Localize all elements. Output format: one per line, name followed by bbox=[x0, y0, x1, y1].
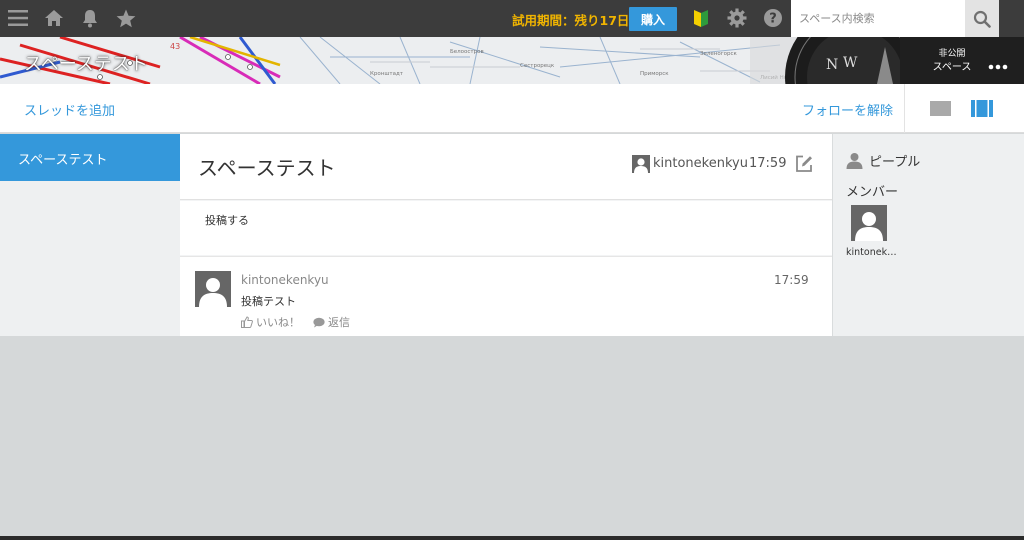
user-avatar-icon[interactable] bbox=[632, 155, 650, 173]
post-input-box[interactable]: 投稿する bbox=[180, 201, 832, 255]
visibility-line-1: 非公開 bbox=[938, 49, 966, 59]
add-thread-link[interactable]: スレッドを追加 bbox=[24, 100, 115, 119]
visibility-line-2: スペース bbox=[932, 62, 972, 73]
people-panel: ピープル メンバー kintonek… bbox=[832, 134, 1024, 336]
svg-text:Кронштадт: Кронштадт bbox=[370, 71, 404, 77]
members-label: メンバー bbox=[846, 185, 899, 200]
space-visibility-label: 非公開 スペース bbox=[928, 48, 976, 74]
gear-icon[interactable] bbox=[726, 7, 748, 29]
trial-period-text[interactable]: 試用期間：残り17日 bbox=[512, 10, 629, 29]
speech-bubble-icon bbox=[313, 317, 325, 327]
search-icon bbox=[973, 10, 991, 28]
svg-text:Сестрорецк: Сестрорецк bbox=[520, 63, 555, 69]
like-label: いいね！ bbox=[256, 316, 300, 329]
buy-button[interactable]: 購入 bbox=[629, 7, 677, 31]
unfollow-link[interactable]: フォローを解除 bbox=[802, 100, 893, 119]
people-heading-label: ピープル bbox=[869, 155, 921, 170]
thread-main-panel: スペーステスト kintonekenkyu 17:59 投稿する kintone… bbox=[180, 134, 832, 336]
user-avatar-icon[interactable] bbox=[195, 271, 231, 307]
divider bbox=[904, 84, 905, 133]
sidebar-item-thread[interactable]: スペーステスト bbox=[0, 134, 180, 181]
svg-text:W: W bbox=[843, 55, 858, 71]
thumbs-up-icon bbox=[241, 316, 253, 328]
single-column-view-icon[interactable] bbox=[930, 101, 951, 116]
thread-author-name[interactable]: kintonekenkyu bbox=[653, 156, 748, 171]
beginner-mark-icon[interactable] bbox=[690, 7, 712, 29]
comment-item: kintonekenkyu 17:59 投稿テスト いいね！ 返信 bbox=[180, 256, 832, 336]
help-icon[interactable]: ? bbox=[762, 7, 784, 29]
svg-text:43: 43 bbox=[170, 42, 180, 51]
home-icon[interactable] bbox=[43, 7, 65, 29]
thread-list-sidebar: スペーステスト bbox=[0, 134, 180, 336]
post-prompt-text[interactable]: 投稿する bbox=[205, 212, 249, 228]
banner-space-title: スペーステスト bbox=[24, 54, 148, 75]
star-icon[interactable] bbox=[115, 7, 137, 29]
member-name[interactable]: kintonek… bbox=[846, 247, 906, 258]
comment-actions: いいね！ 返信 bbox=[241, 314, 363, 330]
svg-text:Приморск: Приморск bbox=[640, 71, 669, 77]
menu-icon[interactable] bbox=[7, 7, 29, 29]
three-column-view-icon[interactable] bbox=[971, 100, 993, 117]
top-bar: 試用期間：残り17日 購入 ? bbox=[0, 0, 1024, 37]
space-search-field[interactable] bbox=[791, 0, 965, 37]
person-icon bbox=[846, 153, 863, 169]
svg-text:N: N bbox=[826, 57, 838, 73]
like-button[interactable]: いいね！ bbox=[241, 314, 300, 330]
search-button[interactable] bbox=[965, 0, 999, 37]
comment-body-text: 投稿テスト bbox=[241, 295, 296, 308]
map-cover-image: 43 Кронштадт Белоостров Сестрорецк Приморск… bbox=[0, 37, 1024, 84]
reply-label: 返信 bbox=[328, 316, 350, 329]
svg-text:?: ? bbox=[769, 12, 777, 27]
reply-button[interactable]: 返信 bbox=[313, 314, 350, 330]
svg-text:Белоостров: Белоостров bbox=[450, 49, 484, 55]
search-input[interactable] bbox=[799, 12, 957, 25]
svg-text:Зеленогорск: Зеленогорск bbox=[700, 51, 738, 57]
space-cover-banner: 43 Кронштадт Белоостров Сестрорецк Приморск… bbox=[0, 37, 1024, 84]
bell-icon[interactable] bbox=[79, 7, 101, 29]
comment-author-name[interactable]: kintonekenkyu bbox=[241, 273, 329, 287]
bottom-edge bbox=[0, 536, 1024, 540]
more-options-icon[interactable] bbox=[988, 55, 1008, 74]
edit-icon[interactable] bbox=[794, 154, 814, 178]
thread-title: スペーステスト bbox=[198, 156, 336, 180]
thread-header: スペーステスト kintonekenkyu 17:59 bbox=[180, 134, 832, 200]
member-avatar-icon[interactable] bbox=[851, 205, 887, 241]
people-heading: ピープル bbox=[846, 151, 920, 170]
thread-timestamp: 17:59 bbox=[749, 156, 787, 171]
space-action-bar: スレッドを追加 フォローを解除 bbox=[0, 84, 1024, 133]
comment-timestamp[interactable]: 17:59 bbox=[774, 273, 809, 287]
